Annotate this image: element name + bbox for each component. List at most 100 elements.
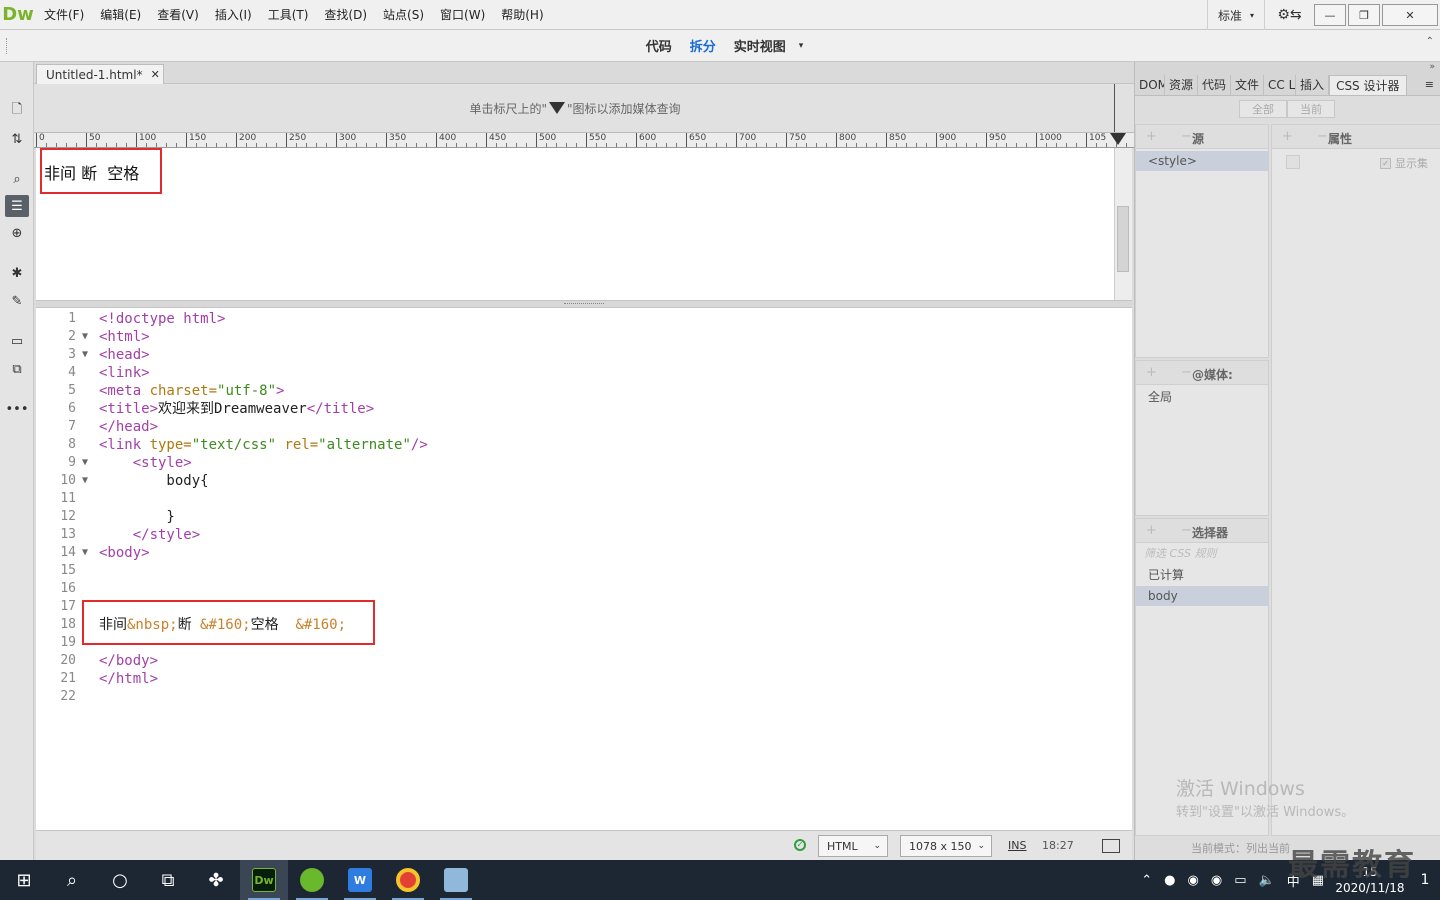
tab-dom[interactable]: DOM [1135,75,1165,95]
menu-view[interactable]: 查看(V) [149,0,207,30]
fold-toggle-icon[interactable]: ▼ [82,454,88,472]
filter-css-rules-input[interactable]: 筛选 CSS 规则 [1144,545,1216,561]
document-type-select[interactable]: HTML ⌄ [818,835,888,857]
tab-css-designer[interactable]: CSS 设计器 [1329,75,1407,95]
code-line[interactable]: 14 ▼ <body> [36,544,1132,562]
view-live-button[interactable]: 实时视图 [725,36,795,55]
sort-icon[interactable]: ⇅ [5,128,29,150]
panel-menu-icon[interactable]: ≡ [1425,78,1434,91]
menu-insert[interactable]: 插入(I) [207,0,260,30]
code-line[interactable]: 21 </html> [36,670,1132,688]
tab-assets[interactable]: 资源 [1165,75,1199,95]
selector-computed[interactable]: 已计算 [1136,565,1268,585]
live-view[interactable]: 非间 断 空格 [36,148,1114,300]
snippet-icon[interactable]: ⧉ [5,358,29,380]
media-query-marker-icon[interactable] [1110,133,1126,145]
split-divider[interactable] [36,300,1132,308]
code-line[interactable]: 2 ▼ <html> [36,328,1132,346]
view-split-button[interactable]: 拆分 [681,36,725,55]
fold-toggle-icon[interactable]: ▼ [82,328,88,346]
insert-mode-indicator[interactable]: INS [1008,839,1026,852]
menu-edit[interactable]: 编辑(E) [92,0,149,30]
media-item-global[interactable]: 全局 [1136,387,1268,407]
source-item-style[interactable]: <style> [1136,151,1268,171]
more-icon[interactable]: ••• [5,398,29,420]
fold-toggle-icon[interactable]: ▼ [82,544,88,562]
expand-collapse-icon[interactable]: ✱ [5,262,29,284]
windows-start-icon[interactable]: ⊞ [0,860,48,900]
close-button[interactable]: ✕ [1382,4,1438,26]
code-line[interactable]: 11 [36,490,1132,508]
show-set-checkbox[interactable]: ✓ 显示集 [1380,155,1428,171]
wechat-icon[interactable]: ● [1158,873,1181,888]
chevron-down-icon[interactable]: ▾ [799,41,804,51]
tab-insert[interactable]: 插入 [1296,75,1330,95]
code-line[interactable]: 10 ▼ body{ [36,472,1132,490]
menu-tools[interactable]: 工具(T) [260,0,317,30]
toggle-current-button[interactable]: 当前 [1287,100,1335,118]
dreamweaver-taskbar-button[interactable]: Dw [240,860,288,900]
code-line[interactable]: 16 [36,580,1132,598]
code-line[interactable]: 8 <link type="text/css" rel="alternate"/> [36,436,1132,454]
live-view-scrollbar[interactable] [1114,148,1132,300]
search-icon[interactable]: ⌕ [48,860,96,900]
task-view-icon[interactable]: ⧉ [144,860,192,900]
check-icon[interactable]: ✓ [794,839,806,851]
menu-file[interactable]: 文件(F) [36,0,92,30]
menu-find[interactable]: 查找(D) [316,0,375,30]
tab-files[interactable]: 文件 [1231,75,1265,95]
qq-icon[interactable]: ◉ [1182,873,1205,888]
expand-icon[interactable]: » [1429,62,1435,72]
new-document-icon[interactable]: 🗋 [5,100,29,122]
code-line[interactable]: 13 </style> [36,526,1132,544]
code-line[interactable]: 3 ▼ <head> [36,346,1132,364]
menu-help[interactable]: 帮助(H) [493,0,551,30]
cortana-icon[interactable]: ○ [96,860,144,900]
selector-item-body[interactable]: body [1136,586,1268,606]
toggle-all-button[interactable]: 全部 [1239,100,1287,118]
close-icon[interactable]: ✕ [151,68,160,81]
menu-window[interactable]: 窗口(W) [432,0,493,30]
tab-code[interactable]: 代码 [1198,75,1232,95]
preview-device-icon[interactable] [1102,839,1120,853]
workspace-switcher[interactable]: 标准 ▾ [1206,0,1264,30]
melon-app-button[interactable] [288,860,336,900]
code-line[interactable]: 9 ▼ <style> [36,454,1132,472]
sync-settings-icon[interactable]: ⚙⇆ [1264,0,1314,30]
tab-cc-libraries[interactable]: CC L [1264,75,1297,95]
brush-icon[interactable]: ✎ [5,290,29,312]
code-line[interactable]: 15 [36,562,1132,580]
inspect-icon[interactable]: ⌕ [5,168,29,190]
restore-button[interactable]: ❐ [1348,4,1380,26]
code-line[interactable]: 1 <!doctype html> [36,310,1132,328]
menu-site[interactable]: 站点(S) [375,0,432,30]
code-line[interactable]: 7 </head> [36,418,1132,436]
code-view[interactable]: 1 <!doctype html> 2 ▼ <html> 3 ▼ <head> 4 <link> 5… [36,308,1132,830]
minimize-button[interactable]: — [1314,4,1346,26]
view-code-button[interactable]: 代码 [637,36,681,55]
expand-icon[interactable]: ⌃ [1426,36,1434,47]
scrollbar-thumb[interactable] [1117,206,1129,272]
chrome-app-button[interactable] [384,860,432,900]
wps-app-button[interactable]: W [336,860,384,900]
fold-toggle-icon[interactable]: ▼ [82,472,88,490]
volume-icon[interactable]: 🔈 [1253,873,1281,888]
code-line[interactable]: 6 <title>欢迎来到Dreamweaver</title> [36,400,1132,418]
notepad-app-button[interactable] [432,860,480,900]
properties-layout-icon[interactable] [1286,155,1300,169]
window-size-select[interactable]: 1078 x 150 ⌄ [900,835,992,857]
target-icon[interactable]: ⊕ [5,222,29,244]
qq-icon[interactable]: ◉ [1205,873,1228,888]
chevron-up-icon[interactable]: ⌃ [1135,873,1158,888]
network-icon[interactable]: ▭ [1228,873,1252,888]
fold-toggle-icon[interactable]: ▼ [82,346,88,364]
code-line[interactable]: 20 </body> [36,652,1132,670]
pinwheel-app-icon[interactable]: ✤ [192,860,240,900]
format-source-icon[interactable]: ☰ [5,195,29,217]
document-tab[interactable]: Untitled-1.html* ✕ [36,64,164,84]
ruler[interactable]: 0 50 100 150 200 250 300 350 400 450 500 550 600 650 7… [34,132,1134,148]
code-line[interactable]: 12 } [36,508,1132,526]
code-line[interactable]: 5 <meta charset="utf-8"> [36,382,1132,400]
code-line[interactable]: 4 <link> [36,364,1132,382]
media-query-bar[interactable]: 单击标尺上的" "图标以添加媒体查询 [34,84,1116,132]
